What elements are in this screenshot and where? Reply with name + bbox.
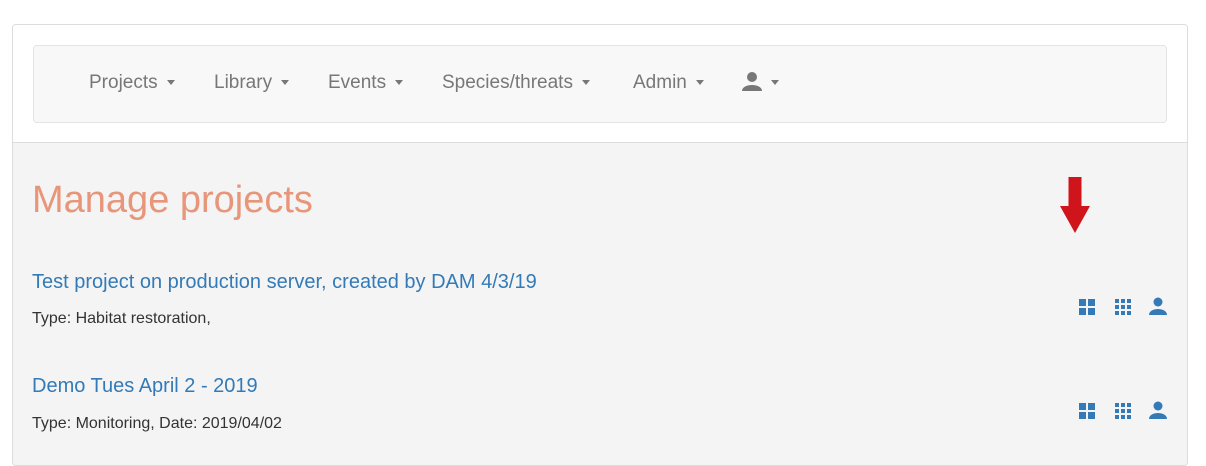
dashboard-icon[interactable] bbox=[1078, 402, 1096, 420]
page-title: Manage projects bbox=[32, 179, 313, 221]
header: Projects Library Events Species/threats … bbox=[13, 25, 1187, 143]
user-icon[interactable] bbox=[1149, 297, 1167, 315]
nav-admin[interactable]: Admin bbox=[633, 72, 704, 94]
grid-icon[interactable] bbox=[1114, 298, 1132, 316]
project-link-1[interactable]: Test project on production server, creat… bbox=[32, 271, 537, 294]
nav-projects[interactable]: Projects bbox=[89, 72, 175, 94]
nav-events-label: Events bbox=[328, 72, 387, 93]
caret-down-icon bbox=[581, 80, 590, 85]
nav-species-threats[interactable]: Species/threats bbox=[442, 72, 590, 94]
content-area: Manage projects Test project on producti… bbox=[13, 143, 1187, 465]
main-panel: Projects Library Events Species/threats … bbox=[12, 24, 1188, 466]
user-icon bbox=[742, 72, 762, 91]
project-meta-1: Type: Habitat restoration, bbox=[32, 310, 211, 327]
nav-admin-label: Admin bbox=[633, 72, 687, 93]
annotation-arrow-icon bbox=[1060, 177, 1090, 233]
project-meta-2: Type: Monitoring, Date: 2019/04/02 bbox=[32, 415, 282, 432]
caret-down-icon bbox=[771, 80, 779, 85]
grid-icon[interactable] bbox=[1114, 402, 1132, 420]
caret-down-icon bbox=[281, 80, 290, 85]
caret-down-icon bbox=[166, 80, 175, 85]
nav-user-menu[interactable] bbox=[742, 71, 779, 94]
project-link-2[interactable]: Demo Tues April 2 - 2019 bbox=[32, 375, 258, 398]
nav-events[interactable]: Events bbox=[328, 72, 404, 94]
caret-down-icon bbox=[695, 80, 704, 85]
nav-species-threats-label: Species/threats bbox=[442, 72, 573, 93]
caret-down-icon bbox=[395, 80, 404, 85]
user-icon[interactable] bbox=[1149, 401, 1167, 419]
nav-library[interactable]: Library bbox=[214, 72, 290, 94]
navbar: Projects Library Events Species/threats … bbox=[33, 45, 1167, 123]
dashboard-icon[interactable] bbox=[1078, 298, 1096, 316]
nav-projects-label: Projects bbox=[89, 72, 158, 93]
nav-library-label: Library bbox=[214, 72, 273, 93]
